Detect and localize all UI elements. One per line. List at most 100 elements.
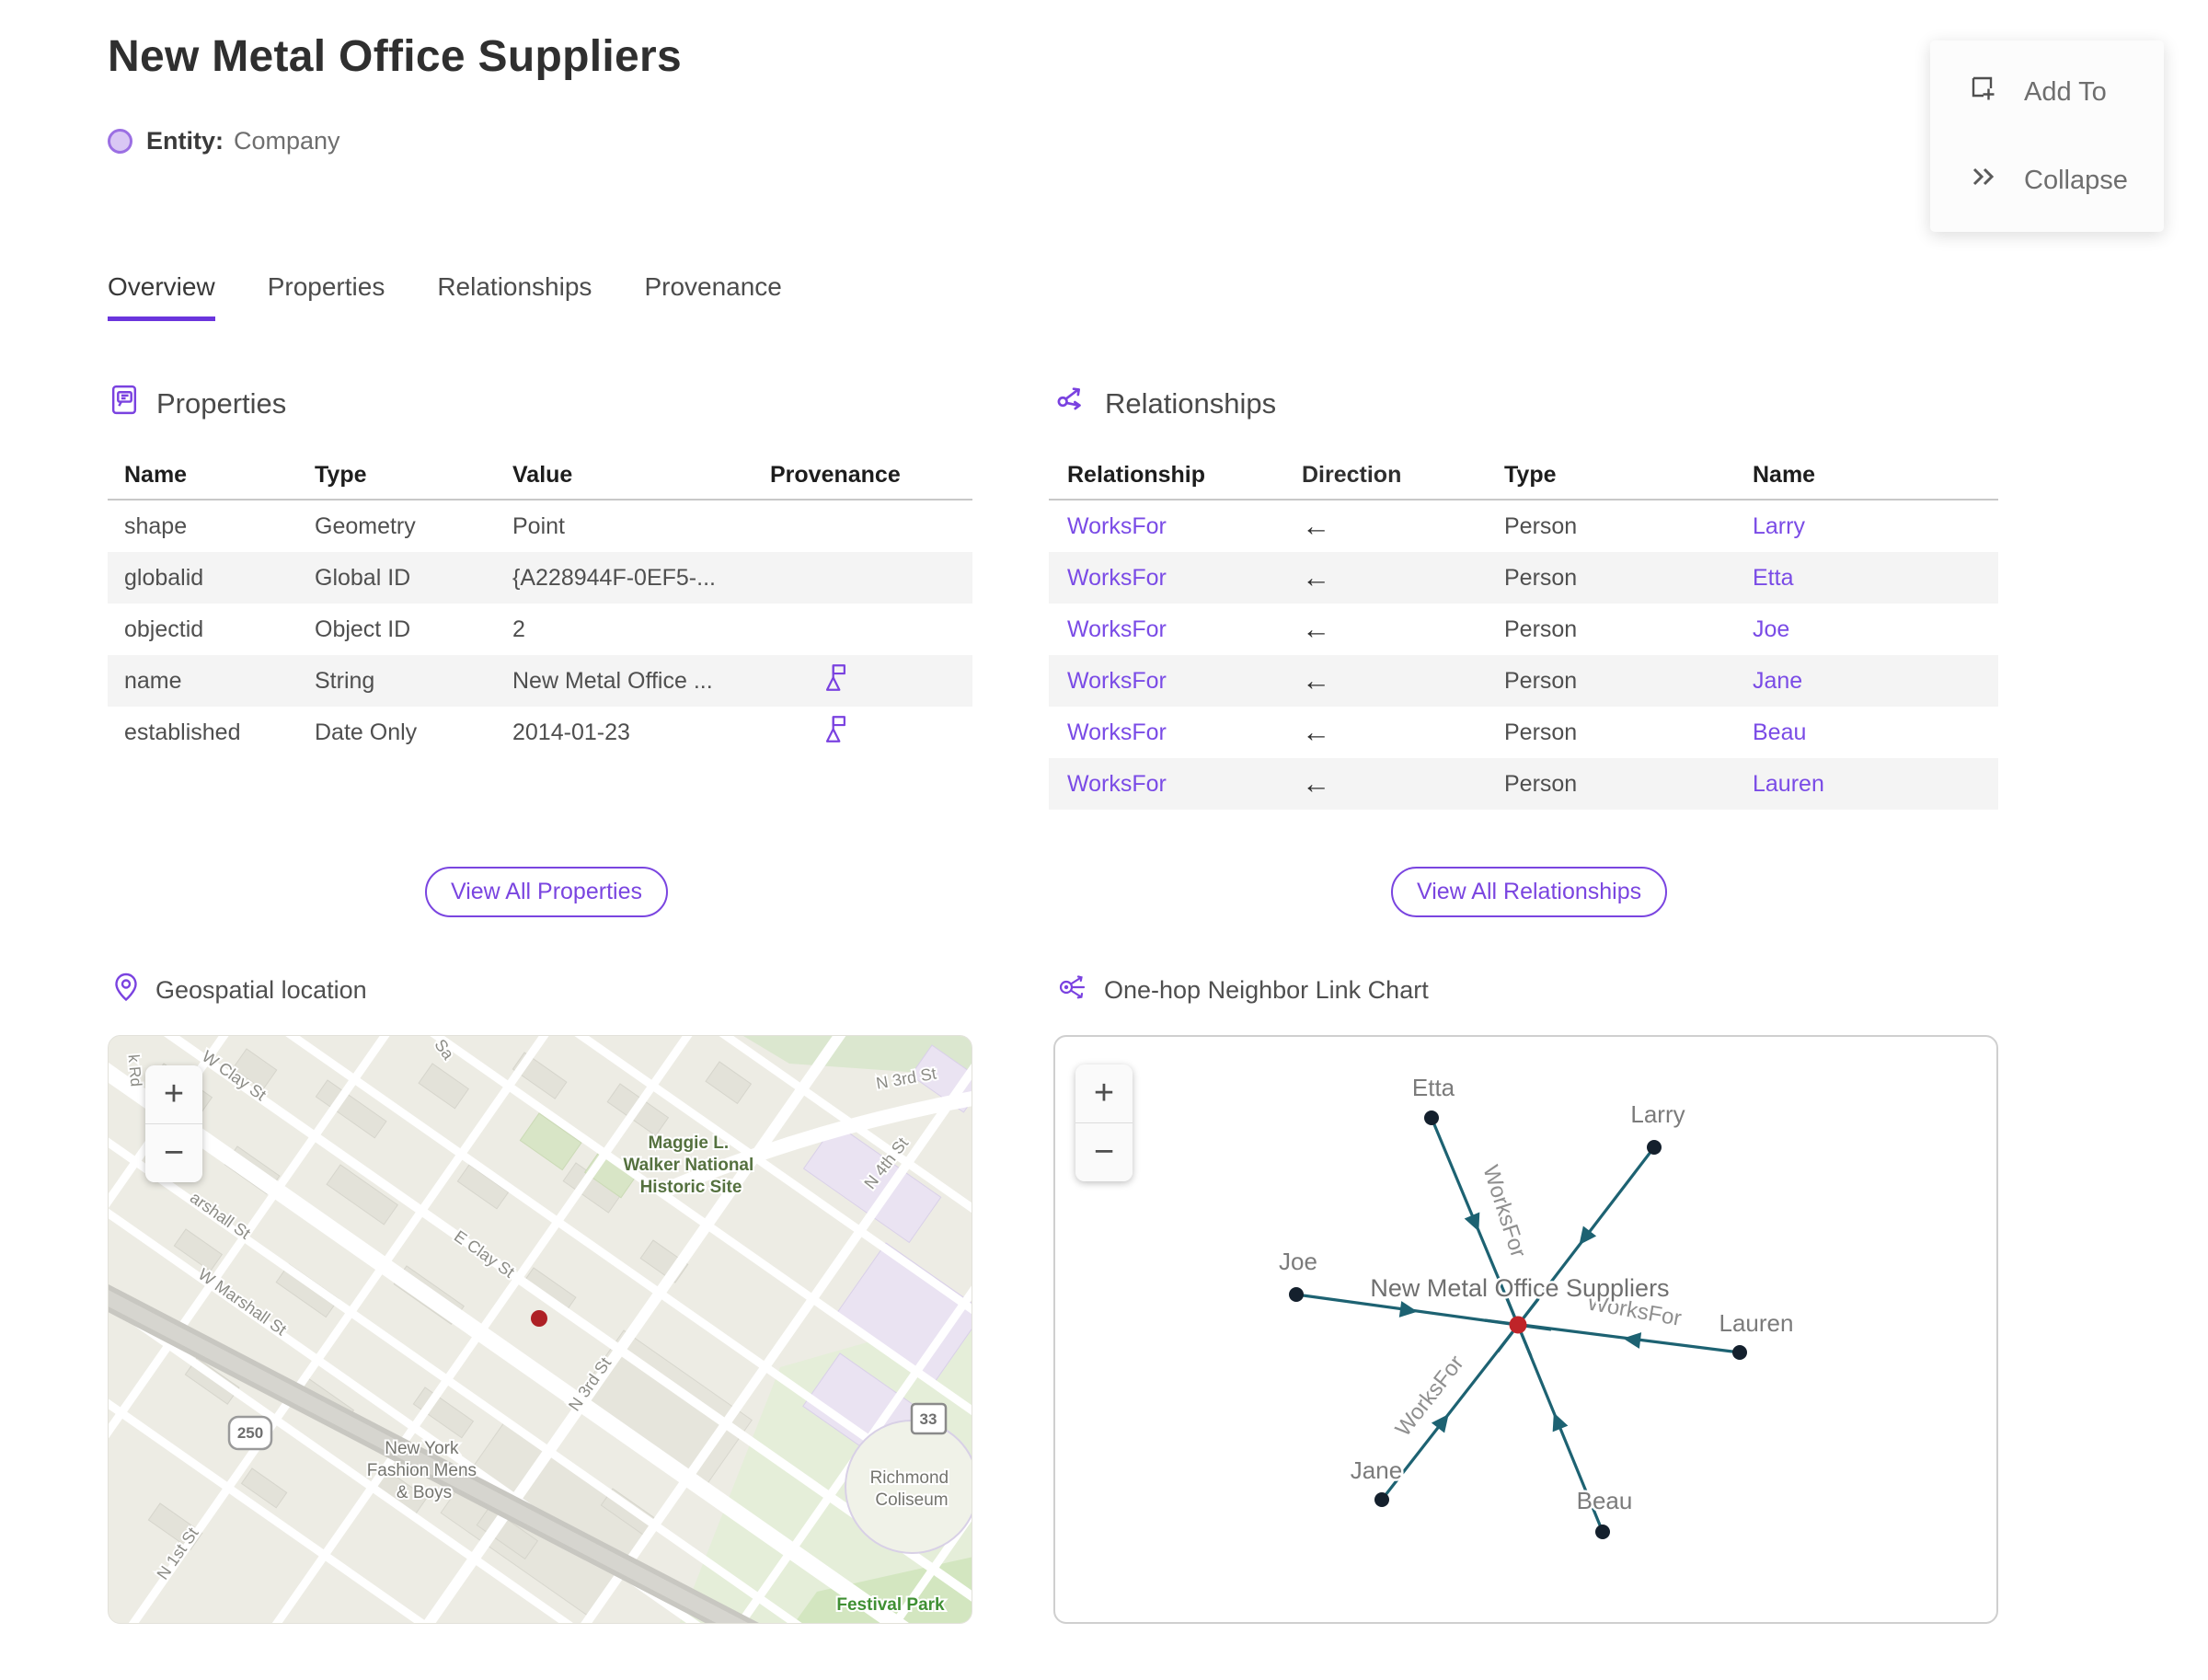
node-center-entity[interactable] — [1509, 1316, 1527, 1334]
property-row: shape Geometry Point — [108, 501, 972, 552]
relationship-link[interactable]: WorksFor — [1049, 513, 1302, 540]
relationships-table: Relationship Direction Type Name WorksFo… — [1049, 451, 1998, 810]
link-chart[interactable]: WorksFor WorksFor WorksFor Etta Larry Jo… — [1053, 1035, 1998, 1624]
property-name: established — [124, 719, 241, 745]
related-type: Person — [1504, 564, 1578, 591]
link-chart-title: One-hop Neighbor Link Chart — [1104, 976, 1429, 1004]
svg-text:250: 250 — [237, 1424, 263, 1442]
property-value: 2 — [512, 616, 525, 642]
relationship-row: WorksFor ← Person Joe — [1049, 604, 1998, 655]
view-all-properties-button[interactable]: View All Properties — [425, 867, 668, 917]
col-type: Type — [1504, 461, 1557, 488]
add-to-button[interactable]: Add To — [1930, 73, 2164, 111]
relationship-row: WorksFor ← Person Lauren — [1049, 758, 1998, 810]
property-value: 2014-01-23 — [512, 719, 630, 745]
property-value: New Metal Office ... — [512, 667, 713, 694]
provenance-flag-icon[interactable] — [823, 715, 849, 750]
related-entity-link[interactable]: Lauren — [1753, 771, 1998, 798]
svg-text:Lauren: Lauren — [1719, 1309, 1794, 1337]
relationship-link[interactable]: WorksFor — [1049, 719, 1302, 746]
property-name: objectid — [124, 616, 204, 642]
related-type: Person — [1504, 616, 1578, 642]
relationship-row: WorksFor ← Person Jane — [1049, 655, 1998, 707]
properties-icon — [108, 383, 142, 424]
property-name: shape — [124, 512, 188, 539]
entity-location-marker[interactable] — [531, 1310, 547, 1327]
node-jane[interactable] — [1374, 1492, 1389, 1507]
svg-text:WorksFor: WorksFor — [1391, 1351, 1469, 1441]
collapse-button[interactable]: Collapse — [1930, 161, 2164, 200]
tab-relationships[interactable]: Relationships — [437, 272, 592, 321]
tab-properties[interactable]: Properties — [268, 272, 385, 321]
geospatial-header: Geospatial location — [111, 972, 367, 1009]
property-type: Geometry — [315, 512, 416, 539]
node-beau[interactable] — [1595, 1525, 1610, 1539]
svg-text:33: 33 — [920, 1410, 937, 1428]
col-name: Name — [124, 461, 188, 488]
relationship-link[interactable]: WorksFor — [1049, 668, 1302, 695]
map-zoom-in-button[interactable]: + — [145, 1065, 202, 1124]
link-chart-icon — [1058, 972, 1089, 1009]
chart-zoom-in-button[interactable]: + — [1075, 1064, 1133, 1123]
entity-type-row: Entity: Company — [108, 127, 340, 155]
col-value: Value — [512, 461, 573, 488]
route-shield-33: 33 — [910, 1402, 948, 1435]
properties-table-header: Name Type Value Provenance — [108, 451, 972, 501]
property-value: Point — [512, 512, 565, 539]
actions-card: Add To Collapse — [1930, 40, 2164, 232]
link-chart-header: One-hop Neighbor Link Chart — [1058, 972, 1429, 1009]
direction-arrow: ← — [1302, 716, 1330, 748]
direction-arrow: ← — [1302, 767, 1330, 800]
property-row: objectid Object ID 2 — [108, 604, 972, 655]
route-shield-250: 250 — [227, 1415, 273, 1451]
related-entity-link[interactable]: Etta — [1753, 565, 1998, 592]
node-larry[interactable] — [1647, 1140, 1662, 1155]
property-type: Date Only — [315, 719, 418, 745]
property-type: Global ID — [315, 564, 411, 591]
col-direction: Direction — [1302, 461, 1402, 488]
link-chart-node-labels: Etta Larry Joe Lauren Jane Beau New Meta… — [1277, 1072, 1796, 1517]
relationship-row: WorksFor ← Person Larry — [1049, 501, 1998, 552]
svg-text:Etta: Etta — [1412, 1074, 1455, 1101]
map[interactable]: 250 33 k Rd W Clay St Sa arshall St W Ma… — [108, 1035, 972, 1624]
map-canvas: 250 33 k Rd W Clay St Sa arshall St W Ma… — [109, 1036, 972, 1623]
svg-text:New Metal Office Suppliers: New Metal Office Suppliers — [1370, 1274, 1669, 1302]
related-entity-link[interactable]: Beau — [1753, 719, 1998, 746]
relationship-link[interactable]: WorksFor — [1049, 565, 1302, 592]
relationships-section-title: Relationships — [1105, 386, 1277, 420]
map-pin-icon — [111, 972, 141, 1009]
relationships-section-header: Relationships — [1056, 383, 1276, 424]
tab-provenance[interactable]: Provenance — [644, 272, 781, 321]
view-all-relationships-button[interactable]: View All Relationships — [1391, 867, 1668, 917]
related-entity-link[interactable]: Jane — [1753, 668, 1998, 695]
property-type: String — [315, 667, 375, 694]
map-zoom-out-button[interactable]: − — [145, 1124, 202, 1182]
entity-type-value: Company — [234, 127, 340, 155]
collapse-icon — [1967, 161, 1998, 200]
property-row: globalid Global ID {A228944F-0EF5-... — [108, 552, 972, 604]
svg-text:Joe: Joe — [1279, 1248, 1317, 1275]
property-value: {A228944F-0EF5-... — [512, 564, 716, 591]
tab-overview[interactable]: Overview — [108, 272, 215, 321]
node-lauren[interactable] — [1732, 1345, 1747, 1360]
properties-table: Name Type Value Provenance shape Geometr… — [108, 451, 972, 758]
relationship-row: WorksFor ← Person Etta — [1049, 552, 1998, 604]
property-name: globalid — [124, 564, 204, 591]
direction-arrow: ← — [1302, 561, 1330, 593]
relationship-row: WorksFor ← Person Beau — [1049, 707, 1998, 758]
svg-text:Festival Park: Festival Park — [836, 1595, 945, 1615]
node-etta[interactable] — [1424, 1110, 1439, 1125]
direction-arrow: ← — [1302, 510, 1330, 542]
chart-zoom-out-button[interactable]: − — [1075, 1123, 1133, 1181]
chart-zoom-control: + − — [1075, 1064, 1133, 1181]
node-joe[interactable] — [1289, 1287, 1304, 1302]
entity-detail-page: New Metal Office Suppliers Entity: Compa… — [0, 0, 2208, 1680]
relationships-table-header: Relationship Direction Type Name — [1049, 451, 1998, 501]
related-entity-link[interactable]: Joe — [1753, 616, 1998, 643]
related-entity-link[interactable]: Larry — [1753, 513, 1998, 540]
provenance-flag-icon[interactable] — [823, 663, 849, 698]
svg-text:k Rd: k Rd — [124, 1053, 144, 1087]
relationship-link[interactable]: WorksFor — [1049, 771, 1302, 798]
relationship-link[interactable]: WorksFor — [1049, 616, 1302, 643]
related-type: Person — [1504, 719, 1578, 745]
